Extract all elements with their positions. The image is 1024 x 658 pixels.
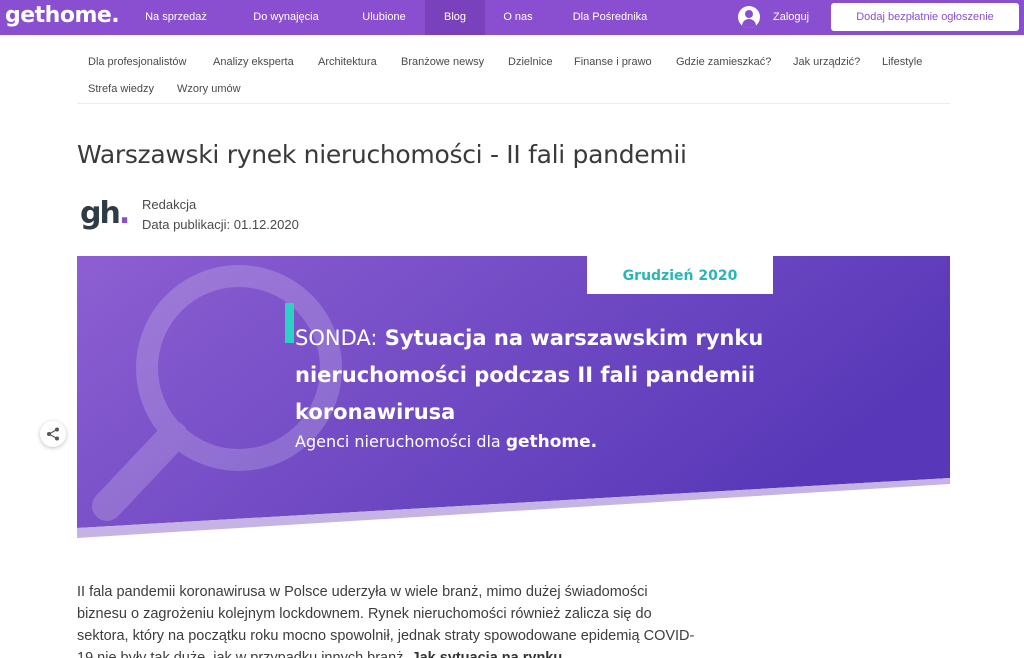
user-icon-body: [742, 19, 756, 28]
banner-headline-prefix: SONDA:: [295, 326, 378, 350]
article-body-paragraph: II fala pandemii koronawirusa w Polsce u…: [77, 581, 697, 658]
category-divider: [77, 103, 950, 104]
user-icon-head: [745, 10, 753, 18]
category-architektura[interactable]: Architektura: [318, 56, 377, 68]
author-avatar-dot: .: [118, 196, 130, 231]
nav-dla-posrednika[interactable]: Dla Pośrednika: [562, 0, 658, 35]
share-button[interactable]: [40, 421, 66, 447]
category-dla-profesjonalistow[interactable]: Dla profesjonalistów: [88, 56, 186, 68]
article-title: Warszawski rynek nieruchomości - II fali…: [77, 140, 687, 169]
login-link[interactable]: Zaloguj: [773, 0, 809, 35]
author-avatar-text: gh: [80, 196, 121, 231]
category-jak-urzadzic[interactable]: Jak urządzić?: [793, 56, 860, 68]
category-finanse-i-prawo[interactable]: Finanse i prawo: [574, 56, 652, 68]
category-strefa-wiedzy[interactable]: Strefa wiedzy: [88, 83, 154, 95]
top-navigation-bar: gethome. Na sprzedaż Do wynajęcia Ulubio…: [0, 0, 1024, 35]
category-branzowe-newsy[interactable]: Branżowe newsy: [401, 56, 484, 68]
article-body-text: II fala pandemii koronawirusa w Polsce u…: [77, 584, 695, 658]
author-name[interactable]: Redakcja: [142, 197, 196, 212]
publication-date: Data publikacji: 01.12.2020: [142, 217, 299, 232]
category-dzielnice[interactable]: Dzielnice: [508, 56, 553, 68]
nav-ulubione[interactable]: Ulubione: [352, 0, 416, 35]
gethome-logo[interactable]: gethome.: [5, 3, 120, 28]
author-avatar: gh.: [80, 196, 130, 236]
banner-month-tab: Grudzień 2020: [587, 256, 773, 294]
banner-subline-text: Agenci nieruchomości dla: [295, 432, 501, 451]
nav-na-sprzedaz[interactable]: Na sprzedaż: [133, 0, 219, 35]
category-lifestyle[interactable]: Lifestyle: [882, 56, 922, 68]
category-analizy-eksperta[interactable]: Analizy eksperta: [213, 56, 294, 68]
article-body-bold: Jak sytuacja na rynku: [411, 650, 563, 658]
banner-subline: Agenci nieruchomości dla gethome.: [295, 432, 597, 452]
share-icon: [47, 427, 59, 441]
add-listing-button[interactable]: Dodaj bezpłatnie ogłoszenie: [831, 3, 1019, 31]
banner-subline-brand: gethome.: [505, 432, 598, 452]
article-hero-banner: Grudzień 2020 SONDA: Sytuacja na warszaw…: [77, 256, 950, 538]
banner-headline: SONDA: Sytuacja na warszawskim rynku nie…: [295, 320, 815, 431]
nav-do-wynajecia[interactable]: Do wynajęcia: [239, 0, 333, 35]
user-icon[interactable]: [738, 6, 760, 28]
category-wzory-umow[interactable]: Wzory umów: [177, 83, 241, 95]
category-gdzie-zamieszkac[interactable]: Gdzie zamieszkać?: [676, 56, 771, 68]
banner-accent-bar: [285, 303, 294, 343]
nav-blog[interactable]: Blog: [425, 0, 485, 35]
nav-o-nas[interactable]: O nas: [494, 0, 542, 35]
